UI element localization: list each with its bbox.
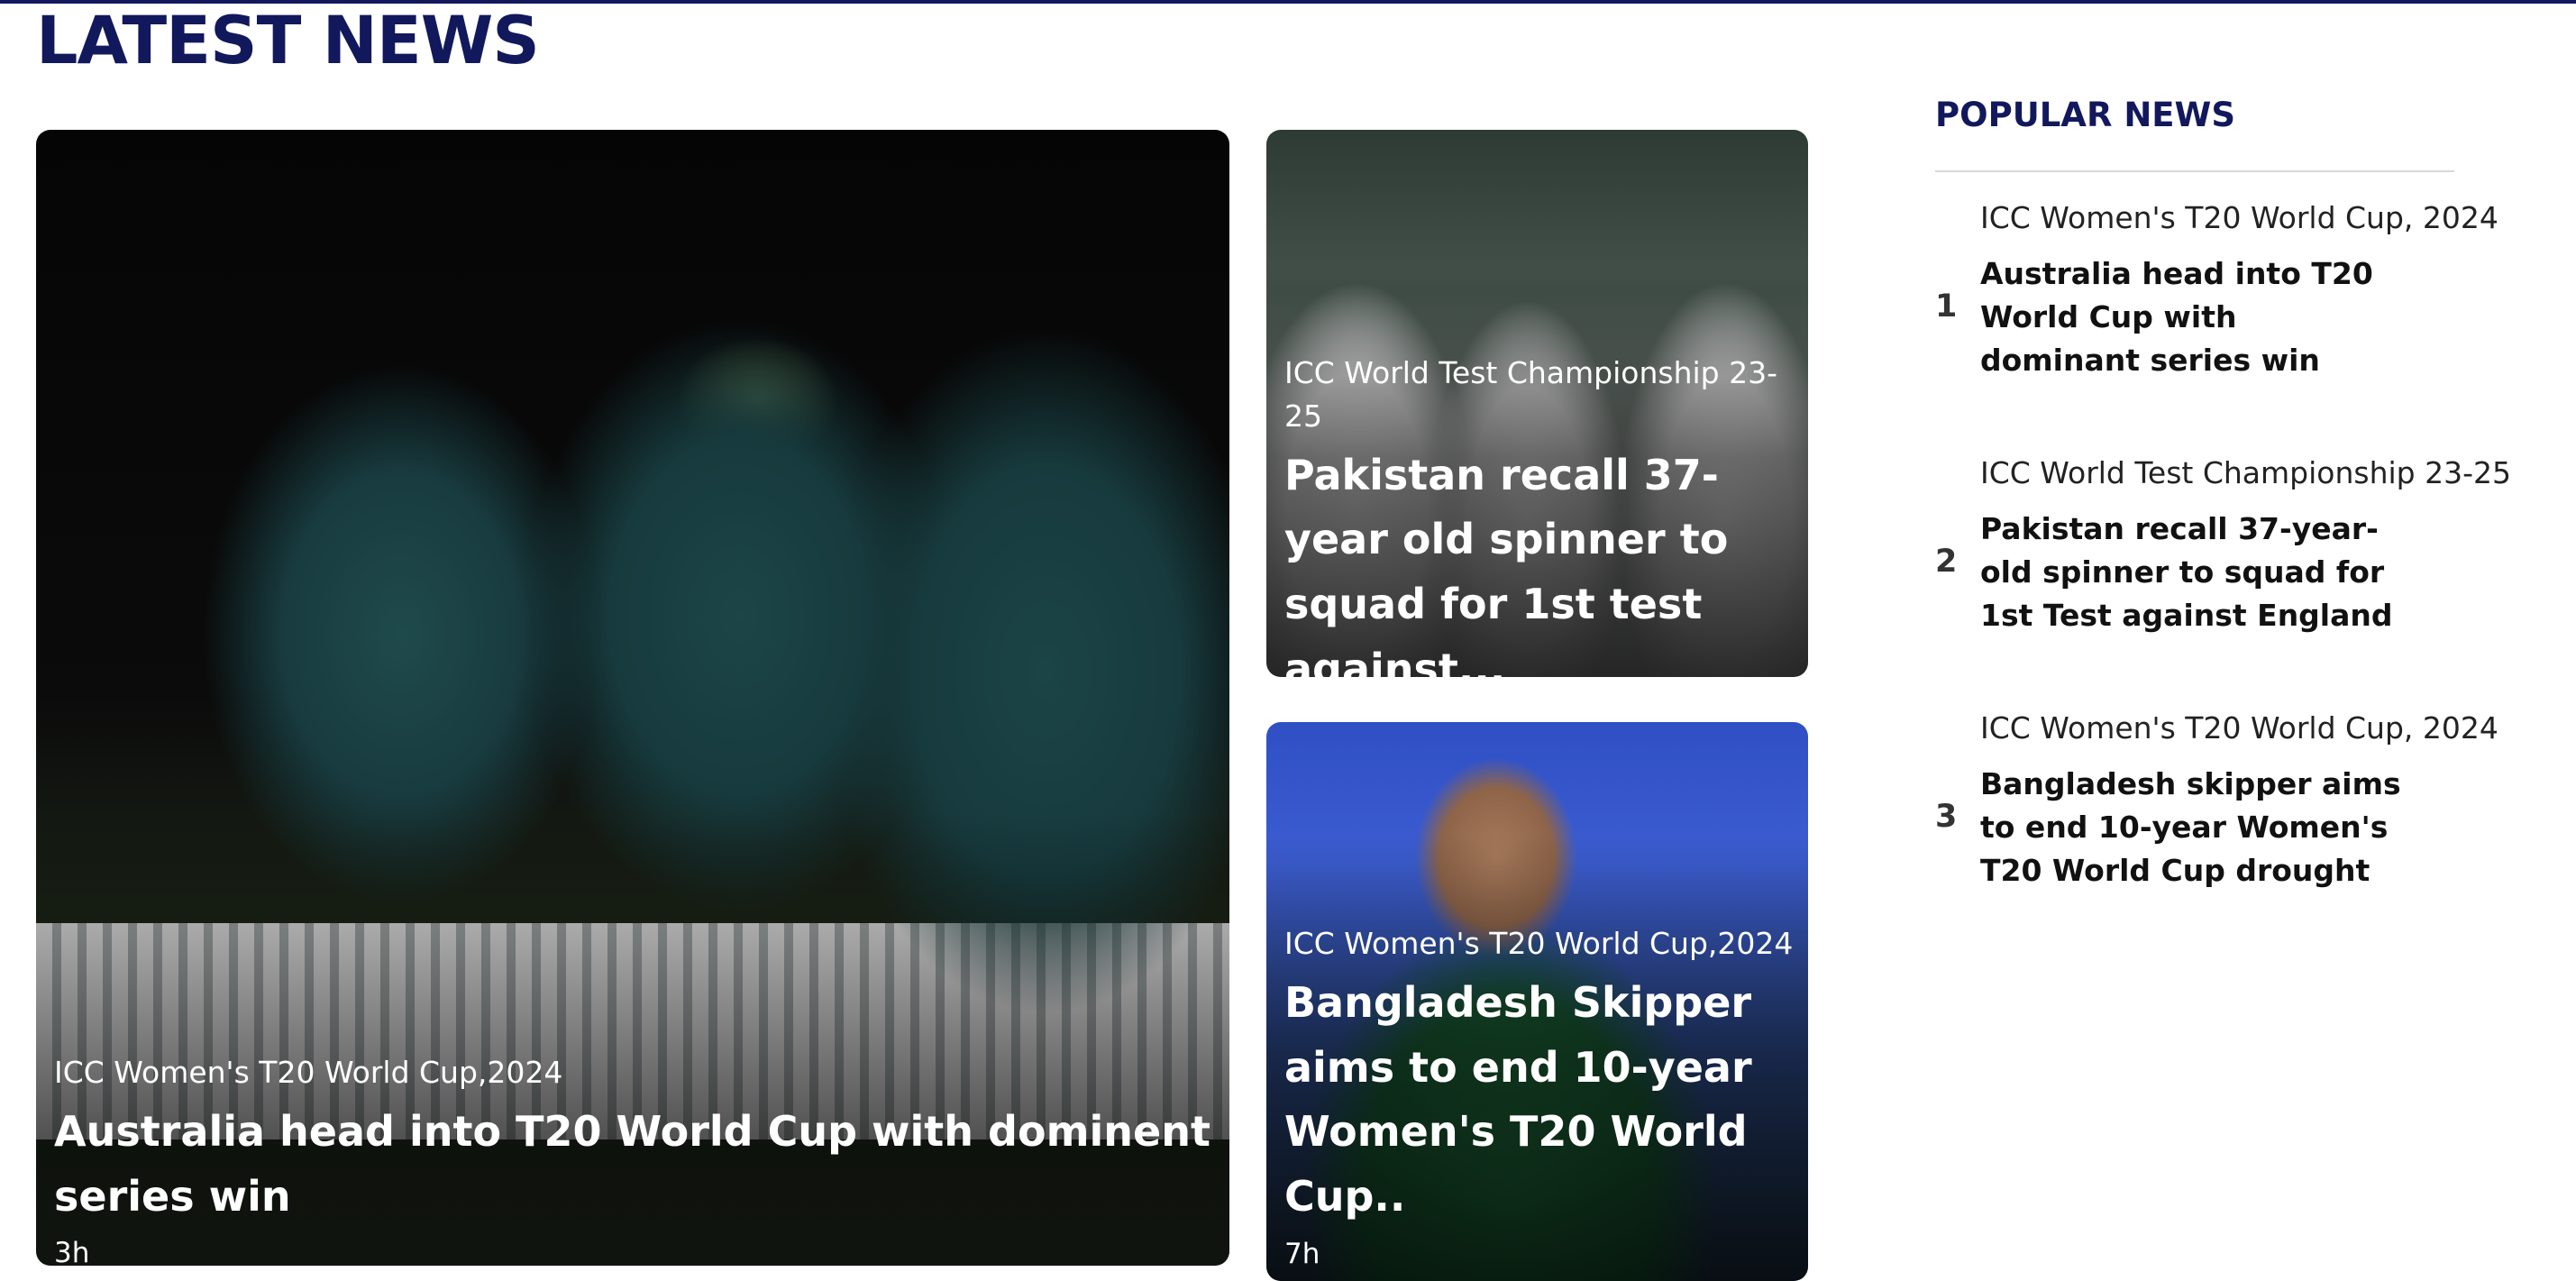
- card-time: 3h: [54, 1237, 90, 1266]
- card-category: ICC World Test Championship 23-25: [1284, 355, 1777, 434]
- popular-rank: 2: [1935, 544, 1958, 580]
- card-category: ICC Women's T20 World Cup,2024: [54, 1055, 563, 1090]
- news-card[interactable]: ICC World Test Championship 23-25 Pakist…: [1266, 130, 1808, 677]
- card-time: 7h: [1284, 1237, 1320, 1270]
- card-headline[interactable]: Pakistan recall 37-year old spinner to s…: [1284, 444, 1795, 677]
- popular-rank: 3: [1935, 799, 1958, 835]
- card-text: ICC World Test Championship 23-25 Pakist…: [1284, 352, 1795, 677]
- divider: [1935, 170, 2454, 172]
- popular-headline-link[interactable]: Bangladesh skipper aims to end 10-year W…: [1980, 763, 2404, 892]
- popular-rank: 1: [1935, 288, 1958, 325]
- card-headline[interactable]: Australia head into T20 World Cup with d…: [54, 1100, 1217, 1230]
- card-text: ICC Women's T20 World Cup,2024 Australia…: [54, 1051, 1217, 1266]
- news-card[interactable]: ICC Women's T20 World Cup,2024 Banglades…: [1266, 722, 1808, 1281]
- card-text: ICC Women's T20 World Cup,2024 Banglades…: [1284, 922, 1795, 1275]
- featured-news-card[interactable]: ICC Women's T20 World Cup,2024 Australia…: [36, 130, 1229, 1266]
- popular-category: ICC World Test Championship 23-25: [1980, 455, 2511, 490]
- popular-category: ICC Women's T20 World Cup, 2024: [1980, 710, 2498, 746]
- popular-headline-link[interactable]: Australia head into T20 World Cup with d…: [1980, 252, 2404, 382]
- popular-headline-link[interactable]: Pakistan recall 37-year-old spinner to s…: [1980, 508, 2404, 637]
- popular-category: ICC Women's T20 World Cup, 2024: [1980, 200, 2498, 235]
- section-title: LATEST NEWS: [36, 3, 540, 79]
- card-category: ICC Women's T20 World Cup,2024: [1284, 926, 1794, 961]
- popular-news-title: POPULAR NEWS: [1935, 96, 2236, 134]
- card-headline[interactable]: Bangladesh Skipper aims to end 10-year W…: [1284, 971, 1795, 1230]
